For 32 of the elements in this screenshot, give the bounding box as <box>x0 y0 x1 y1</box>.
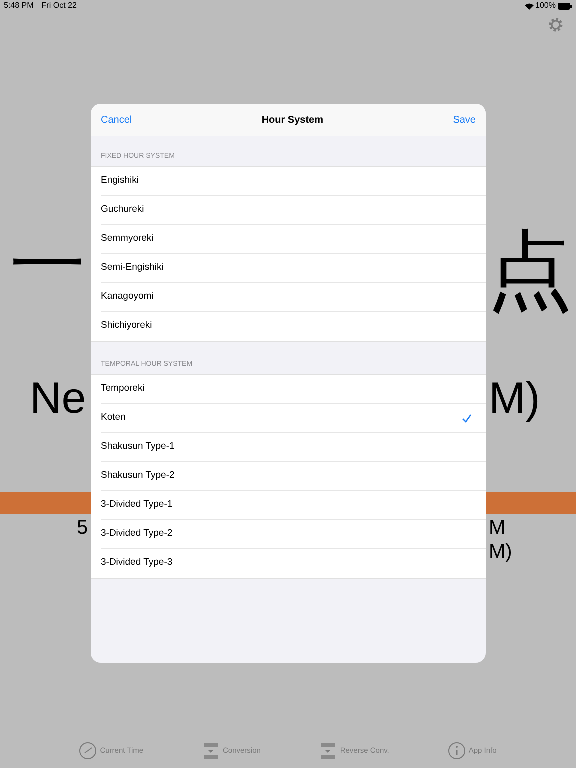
option-label: Semi-Engishiki <box>101 260 164 275</box>
option-label: Kanagoyomi <box>101 290 154 304</box>
conversion-icon <box>319 742 338 760</box>
time-text: 5 <box>77 518 88 538</box>
wifi-icon <box>524 2 534 10</box>
info-icon <box>448 742 466 760</box>
next-time-text: M) <box>489 377 540 421</box>
option-label: Koten <box>101 410 126 425</box>
option-label: Semmyoreki <box>101 232 154 246</box>
option-label: Shichiyoreki <box>101 319 152 334</box>
battery-icon <box>558 2 572 10</box>
clock-icon <box>79 742 98 760</box>
kanji-text: 点 <box>487 228 573 314</box>
option-label: Shakusun Type-1 <box>101 440 175 454</box>
option-label: Shakusun Type-2 <box>101 468 175 483</box>
option-label: Engishiki <box>101 174 140 188</box>
option-label: Temporeki <box>101 382 145 396</box>
conversion-icon <box>202 742 220 760</box>
option-label: 3-Divided Type-2 <box>101 526 173 541</box>
time-text: M) <box>489 542 512 562</box>
option-label: Guchureki <box>101 202 144 217</box>
kanji-text: 一 <box>10 228 86 304</box>
save-button[interactable]: Save <box>453 112 476 128</box>
cancel-button[interactable]: Cancel <box>101 112 132 128</box>
next-time-text: Ne <box>30 377 86 421</box>
status-time: 5:48 PM <box>4 0 34 12</box>
dialog-title: Hour System <box>262 114 324 128</box>
battery-percent: 100% <box>536 0 556 12</box>
time-text: M <box>489 518 506 538</box>
option-label: 3-Divided Type-1 <box>101 498 173 512</box>
status-date: Fri Oct 22 <box>42 0 77 12</box>
option-label: 3-Divided Type-3 <box>101 556 173 570</box>
